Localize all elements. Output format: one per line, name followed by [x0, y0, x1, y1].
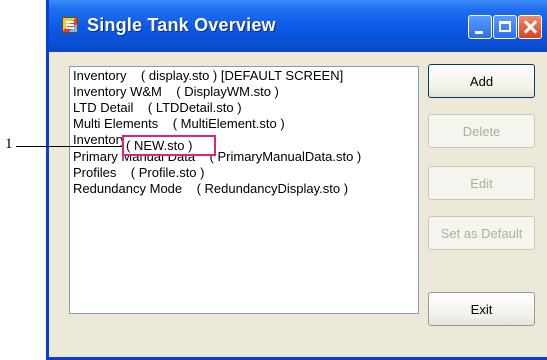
- edit-button[interactable]: Edit: [428, 166, 535, 200]
- close-icon[interactable]: [518, 15, 542, 39]
- highlighted-filename: ( NEW.sto ): [126, 138, 193, 153]
- title-bar[interactable]: Single Tank Overview: [49, 0, 547, 52]
- list-item-multi-elements[interactable]: Multi Elements ( MultiElement.sto ): [73, 116, 285, 131]
- minimize-icon[interactable]: [468, 15, 492, 39]
- list-item-redundancy-mode[interactable]: Redundancy Mode ( RedundancyDisplay.sto …: [73, 181, 348, 196]
- callout-leader-line: [16, 146, 122, 147]
- screen-listbox[interactable]: Inventory ( display.sto ) [DEFAULT SCREE…: [69, 66, 419, 314]
- list-item-profiles[interactable]: Profiles ( Profile.sto ): [73, 165, 204, 180]
- list-item-new-inventory[interactable]: Inventory: [73, 132, 126, 147]
- highlight-box: ( NEW.sto ): [122, 135, 216, 156]
- set-as-default-button[interactable]: Set as Default: [428, 216, 535, 250]
- exit-button[interactable]: Exit: [428, 292, 535, 326]
- list-item-inventory[interactable]: Inventory ( display.sto ) [DEFAULT SCREE…: [73, 68, 343, 83]
- window-title: Single Tank Overview: [87, 15, 276, 35]
- single-tank-overview-window: Single Tank Overview Inventory ( display…: [46, 0, 547, 360]
- add-button[interactable]: Add: [428, 64, 535, 98]
- list-item-ltd-detail[interactable]: LTD Detail ( LTDDetail.sto ): [73, 100, 242, 115]
- maximize-icon[interactable]: [493, 15, 517, 39]
- tank-app-icon: [62, 17, 78, 33]
- list-item-inventory-wm[interactable]: Inventory W&M ( DisplayWM.sto ): [73, 84, 279, 99]
- list-item-primary-manual-data[interactable]: Primary Manual Data ( PrimaryManualData.…: [73, 149, 361, 164]
- delete-button[interactable]: Delete: [428, 114, 535, 148]
- callout-number: 1: [5, 136, 13, 152]
